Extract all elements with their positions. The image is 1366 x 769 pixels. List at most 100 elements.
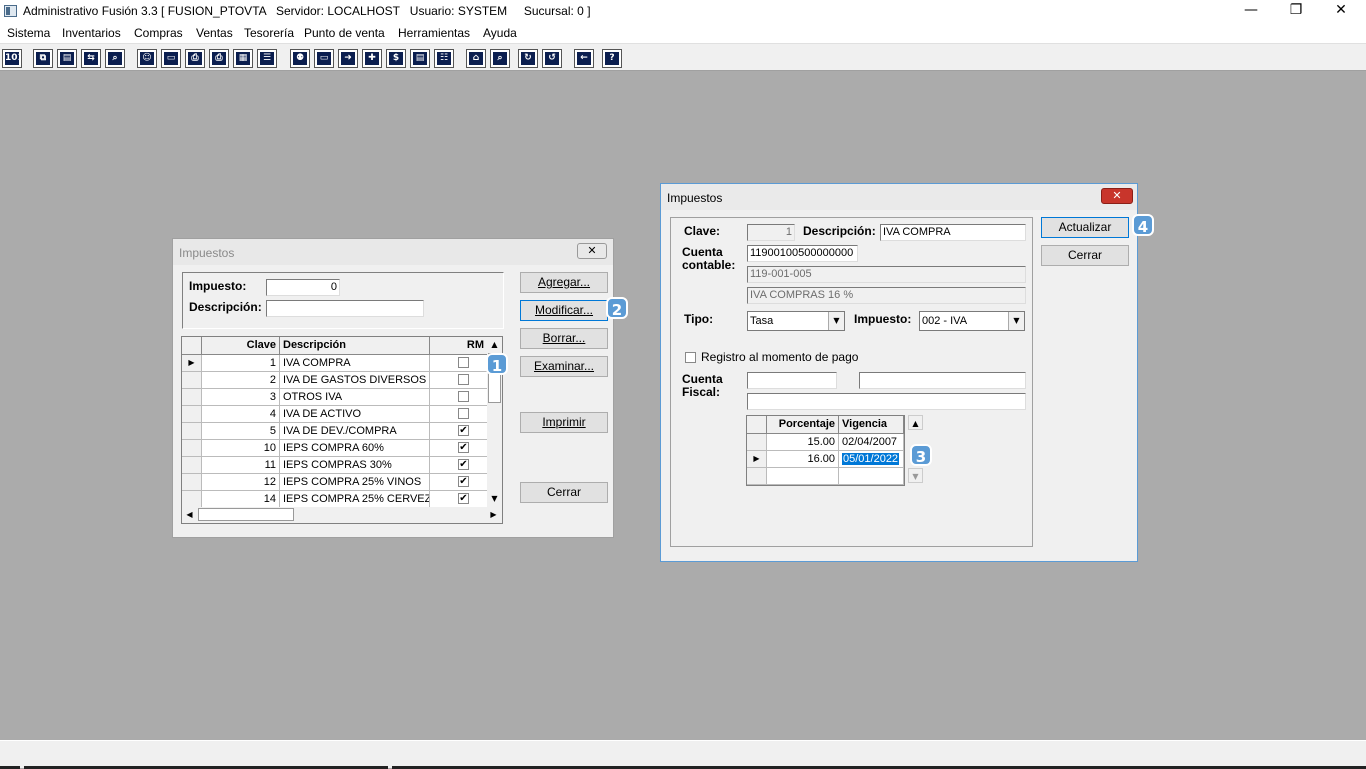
minimize-button[interactable]: — xyxy=(1228,0,1274,23)
cuenta-fiscal-input-2[interactable] xyxy=(859,372,1026,389)
table-cell-clave[interactable]: 14 xyxy=(202,491,280,508)
column-descripcion[interactable]: Descripción xyxy=(280,337,430,355)
toolbar-button-21[interactable]: ↻ xyxy=(518,49,538,68)
table-cell-rm[interactable]: ✔ xyxy=(430,491,488,508)
table-cell-rm[interactable]: ✔ xyxy=(430,474,488,491)
table-cell-rm[interactable] xyxy=(430,406,488,423)
toolbar-button-14[interactable]: ➜ xyxy=(338,49,358,68)
menu-punto-de-venta[interactable]: Punto de venta xyxy=(304,26,385,40)
toolbar-button-8[interactable]: ⎙ xyxy=(185,49,205,68)
table-cell-descripcion[interactable]: IVA DE DEV./COMPRA xyxy=(280,423,430,440)
table-cell-clave[interactable]: 12 xyxy=(202,474,280,491)
close-icon[interactable]: ✕ xyxy=(577,243,607,259)
table-cell-rm[interactable]: ✔ xyxy=(430,423,488,440)
impuesto-filter-input[interactable]: 0 xyxy=(266,279,340,296)
menu-herramientas[interactable]: Herramientas xyxy=(398,26,470,40)
toolbar-button-18[interactable]: ☷ xyxy=(434,49,454,68)
table-cell-clave[interactable]: 3 xyxy=(202,389,280,406)
menu-compras[interactable]: Compras xyxy=(134,26,183,40)
column-porcentaje[interactable]: Porcentaje xyxy=(767,416,839,434)
table-cell-clave[interactable]: 10 xyxy=(202,440,280,457)
menu-ventas[interactable]: Ventas xyxy=(196,26,233,40)
cuenta-fiscal-input-1[interactable] xyxy=(747,372,837,389)
table-cell-clave[interactable]: 2 xyxy=(202,372,280,389)
toolbar-button-5[interactable]: ⌕ xyxy=(105,49,125,68)
table-cell-rm[interactable] xyxy=(430,389,488,406)
scroll-left-icon[interactable]: ◀ xyxy=(182,507,197,522)
rate-cell-porcentaje[interactable]: 15.00 xyxy=(767,434,839,451)
scroll-up-icon[interactable]: ▲ xyxy=(487,337,502,352)
table-cell-clave[interactable]: 5 xyxy=(202,423,280,440)
rate-cell-porcentaje[interactable]: 16.00 xyxy=(767,451,839,468)
table-cell-clave[interactable]: 1 xyxy=(202,355,280,372)
toolbar-button-24[interactable]: ? xyxy=(602,49,622,68)
scroll-down-icon[interactable]: ▼ xyxy=(487,491,502,506)
table-cell-descripcion[interactable]: IEPS COMPRA 25% CERVEZA xyxy=(280,491,430,508)
toolbar-button-6[interactable]: ☺ xyxy=(137,49,157,68)
rm-checkbox[interactable] xyxy=(458,374,469,385)
imprimir-button[interactable]: Imprimir xyxy=(520,412,608,433)
toolbar-button-23[interactable]: ← xyxy=(574,49,594,68)
table-cell-descripcion[interactable]: IEPS COMPRA 25% VINOS xyxy=(280,474,430,491)
modificar-button[interactable]: Modificar... xyxy=(520,300,608,321)
rm-checkbox[interactable]: ✔ xyxy=(458,493,469,504)
scroll-thumb-h[interactable] xyxy=(198,508,294,521)
cuenta-contable-input[interactable]: 11900100500000000 xyxy=(747,245,858,262)
restore-button[interactable]: ❐ xyxy=(1273,0,1319,23)
column-rm[interactable]: RM xyxy=(430,337,488,355)
table-cell-descripcion[interactable]: IVA DE ACTIVO xyxy=(280,406,430,423)
table-cell-descripcion[interactable]: IVA DE GASTOS DIVERSOS xyxy=(280,372,430,389)
rate-cell-vigencia[interactable]: 05/01/2022 xyxy=(839,451,904,468)
toolbar-button-22[interactable]: ↺ xyxy=(542,49,562,68)
table-cell-descripcion[interactable]: IEPS COMPRAS 30% xyxy=(280,457,430,474)
registro-pago-checkbox[interactable] xyxy=(685,352,696,363)
descripcion-input[interactable]: IVA COMPRA xyxy=(880,224,1026,241)
toolbar-button-15[interactable]: ✚ xyxy=(362,49,382,68)
toolbar-button-11[interactable]: ☰ xyxy=(257,49,277,68)
table-cell-rm[interactable] xyxy=(430,355,488,372)
scroll-right-icon[interactable]: ▶ xyxy=(486,507,501,522)
menu-sistema[interactable]: Sistema xyxy=(7,26,50,40)
rm-checkbox[interactable] xyxy=(458,357,469,368)
agregar-button[interactable]: Agregar... xyxy=(520,272,608,293)
horizontal-scrollbar[interactable]: ◀ ▶ xyxy=(182,507,502,523)
rates-scroll-up-icon[interactable]: ▲ xyxy=(908,415,923,430)
rm-checkbox[interactable]: ✔ xyxy=(458,442,469,453)
toolbar-button-17[interactable]: ▤ xyxy=(410,49,430,68)
toolbar-button-7[interactable]: ▭ xyxy=(161,49,181,68)
rate-cell-porcentaje[interactable] xyxy=(767,468,839,485)
toolbar-button-1[interactable]: 101 xyxy=(2,49,22,68)
vigencia-selected-text[interactable]: 05/01/2022 xyxy=(842,453,900,465)
toolbar-button-12[interactable]: ⚉ xyxy=(290,49,310,68)
toolbar-button-3[interactable]: ▤ xyxy=(57,49,77,68)
rm-checkbox[interactable]: ✔ xyxy=(458,425,469,436)
examinar-button[interactable]: Examinar... xyxy=(520,356,608,377)
close-window-button[interactable]: ✕ xyxy=(1318,0,1364,23)
toolbar-button-2[interactable]: ⧉ xyxy=(33,49,53,68)
borrar-button[interactable]: Borrar... xyxy=(520,328,608,349)
table-cell-descripcion[interactable]: IEPS COMPRA 60% xyxy=(280,440,430,457)
rm-checkbox[interactable] xyxy=(458,391,469,402)
rate-cell-vigencia[interactable] xyxy=(839,468,904,485)
cuenta-fiscal-input-3[interactable] xyxy=(747,393,1026,410)
table-cell-rm[interactable]: ✔ xyxy=(430,440,488,457)
menu-ayuda[interactable]: Ayuda xyxy=(483,26,517,40)
impuesto-select[interactable]: 002 - IVA ▼ xyxy=(919,311,1025,331)
menu-inventarios[interactable]: Inventarios xyxy=(62,26,121,40)
toolbar-button-9[interactable]: ⎙ xyxy=(209,49,229,68)
menu-tesoreria[interactable]: Tesorería xyxy=(244,26,294,40)
rm-checkbox[interactable]: ✔ xyxy=(458,476,469,487)
rm-checkbox[interactable] xyxy=(458,408,469,419)
actualizar-button[interactable]: Actualizar xyxy=(1041,217,1129,238)
descripcion-filter-input[interactable] xyxy=(266,300,424,317)
rate-cell-vigencia[interactable]: 02/04/2007 xyxy=(839,434,904,451)
column-clave[interactable]: Clave xyxy=(202,337,280,355)
table-cell-clave[interactable]: 4 xyxy=(202,406,280,423)
toolbar-button-4[interactable]: ⇆ xyxy=(81,49,101,68)
table-cell-descripcion[interactable]: IVA COMPRA xyxy=(280,355,430,372)
toolbar-button-10[interactable]: ▦ xyxy=(233,49,253,68)
table-cell-rm[interactable] xyxy=(430,372,488,389)
toolbar-button-20[interactable]: ⌕ xyxy=(490,49,510,68)
toolbar-button-13[interactable]: ▭ xyxy=(314,49,334,68)
toolbar-button-16[interactable]: $ xyxy=(386,49,406,68)
